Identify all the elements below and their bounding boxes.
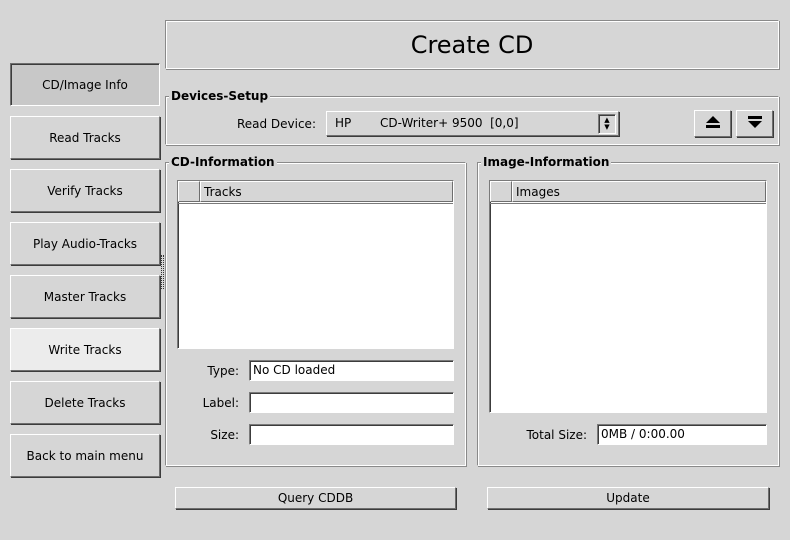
type-field[interactable]: No CD loaded bbox=[249, 360, 454, 381]
nav-label: Delete Tracks bbox=[44, 395, 126, 410]
tracks-list-header: Tracks bbox=[178, 181, 453, 204]
read-device-vendor: HP bbox=[335, 116, 352, 130]
devices-setup-label: Devices-Setup bbox=[169, 89, 271, 103]
images-list[interactable]: Images bbox=[489, 180, 767, 413]
eject-icon bbox=[705, 115, 721, 132]
nav-read-tracks[interactable]: Read Tracks bbox=[10, 116, 160, 159]
combo-spinner-icon: ▲ ▼ bbox=[598, 114, 616, 134]
page-title: Create CD bbox=[165, 20, 779, 69]
nav-verify-tracks[interactable]: Verify Tracks bbox=[10, 169, 160, 212]
images-select-column[interactable] bbox=[490, 181, 512, 202]
nav-label: Play Audio-Tracks bbox=[32, 236, 138, 251]
update-button[interactable]: Update bbox=[487, 487, 769, 509]
nav-master-tracks[interactable]: Master Tracks bbox=[10, 275, 160, 318]
label-field[interactable] bbox=[249, 392, 454, 413]
nav-label: Verify Tracks bbox=[47, 183, 123, 198]
nav-write-tracks[interactable]: Write Tracks bbox=[10, 328, 160, 371]
tracks-list[interactable]: Tracks bbox=[177, 180, 454, 349]
size-field[interactable] bbox=[249, 424, 454, 445]
load-tray-button[interactable] bbox=[736, 110, 773, 137]
read-device-label: Read Device: bbox=[236, 117, 316, 131]
eject-button[interactable] bbox=[694, 110, 731, 137]
nav-label: Master Tracks bbox=[43, 289, 127, 304]
images-column-header[interactable]: Images bbox=[512, 181, 766, 202]
total-size-label: Total Size: bbox=[526, 428, 587, 442]
nav-label: Read Tracks bbox=[49, 130, 121, 145]
nav-label: Back to main menu bbox=[26, 448, 144, 463]
nav-cd-image-info[interactable]: CD/Image Info bbox=[10, 63, 160, 106]
load-tray-icon bbox=[747, 115, 763, 132]
image-information-label: Image-Information bbox=[481, 155, 612, 169]
label-label: Label: bbox=[202, 396, 239, 410]
nav-play-audio-tracks[interactable]: Play Audio-Tracks bbox=[10, 222, 160, 265]
size-label: Size: bbox=[210, 428, 239, 442]
splitter-grip[interactable] bbox=[161, 255, 164, 289]
type-label: Type: bbox=[207, 364, 239, 378]
cd-information-label: CD-Information bbox=[169, 155, 277, 169]
read-device-select[interactable]: HP CD-Writer+ 9500 [0,0] ▲ ▼ bbox=[326, 111, 619, 136]
nav-delete-tracks[interactable]: Delete Tracks bbox=[10, 381, 160, 424]
read-device-model: CD-Writer+ 9500 [0,0] bbox=[380, 116, 519, 130]
nav-label: Write Tracks bbox=[48, 342, 122, 357]
images-list-header: Images bbox=[490, 181, 766, 204]
total-size-field: 0MB / 0:00.00 bbox=[597, 424, 767, 445]
tracks-select-column[interactable] bbox=[178, 181, 200, 202]
nav-back-to-main-menu[interactable]: Back to main menu bbox=[10, 434, 160, 477]
query-cddb-button[interactable]: Query CDDB bbox=[175, 487, 456, 509]
nav-label: CD/Image Info bbox=[42, 77, 128, 92]
tracks-column-header[interactable]: Tracks bbox=[200, 181, 453, 202]
